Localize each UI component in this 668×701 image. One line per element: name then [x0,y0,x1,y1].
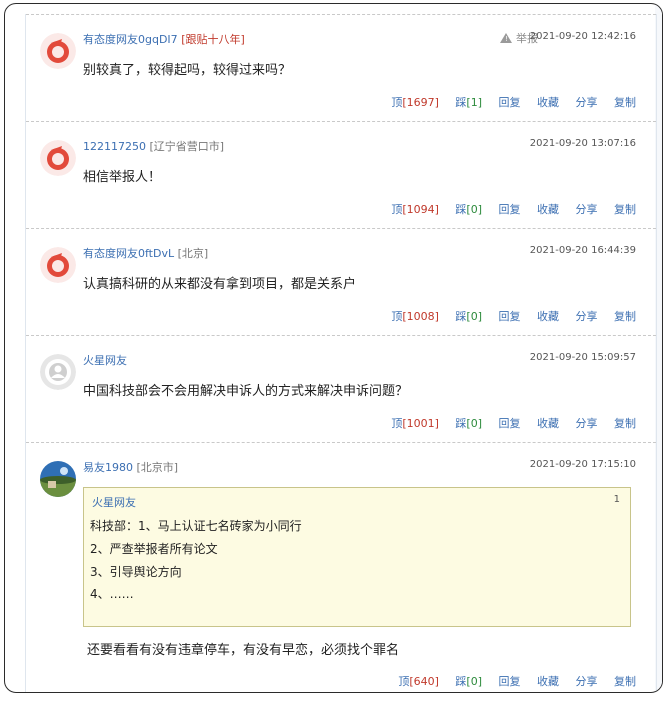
comment-item: 122117250 [辽宁省营口市] 2021-09-20 13:07:16 相… [26,121,656,228]
share-button[interactable]: 分享 [576,675,598,688]
comment-header: 122117250 [辽宁省营口市] [83,138,224,154]
comment-text: 别较真了，较得起吗，较得过来吗？ [83,63,292,78]
favorite-button[interactable]: 收藏 [537,310,559,323]
quote-line: 科技部：1、马上认证七名砖家为小同行 [90,519,302,533]
comment-actions: 顶[1001] 踩[0] 回复 收藏 分享 复制 [391,415,636,431]
upvote-button[interactable]: 顶[1094] [391,203,439,216]
share-button[interactable]: 分享 [576,203,598,216]
comment-list: 有态度网友0gqDI7 [跟贴十八年] ! 举报 2021-09-20 12:42… [25,14,657,692]
favorite-button[interactable]: 收藏 [537,675,559,688]
comment-time: 2021-09-20 16:44:39 [529,245,636,256]
user-avatar-icon[interactable] [40,247,76,283]
upvote-button[interactable]: 顶[1008] [391,310,439,323]
comment-time: 2021-09-20 13:07:16 [529,138,636,149]
quote-line: 3、引导舆论方向 [90,565,182,579]
quote-floor-number: 1 [613,494,620,505]
username-link[interactable]: 易友1980 [83,461,133,474]
upvote-button[interactable]: 顶[1001] [391,417,439,430]
comment-text: 还要看看有没有违章停车，有没有早恋，必须找个罪名 [87,643,400,658]
share-button[interactable]: 分享 [576,417,598,430]
upvote-button[interactable]: 顶[640] [398,675,439,688]
downvote-button[interactable]: 踩[0] [455,675,482,688]
username-link[interactable]: 有态度网友0ftDvL [83,247,174,260]
user-avatar-icon[interactable] [40,33,76,69]
comment-item: 火星网友 2021-09-20 15:09:57 中国科技部会不会用解决申诉人的… [26,335,656,442]
username-link[interactable]: 有态度网友0gqDI7 [83,33,178,46]
reply-button[interactable]: 回复 [499,417,521,430]
downvote-button[interactable]: 踩[0] [455,417,482,430]
comment-actions: 顶[1094] 踩[0] 回复 收藏 分享 复制 [391,201,636,217]
downvote-button[interactable]: 踩[0] [455,203,482,216]
copy-button[interactable]: 复制 [614,417,636,430]
user-avatar-icon[interactable] [40,354,76,390]
upvote-button[interactable]: 顶[1697] [391,96,439,109]
favorite-button[interactable]: 收藏 [537,417,559,430]
quoted-username[interactable]: 火星网友 [92,494,136,510]
quote-line: 4、…… [90,587,134,601]
quoted-comment: 火星网友 1 科技部：1、马上认证七名砖家为小同行 2、严查举报者所有论文 3、… [83,487,631,627]
user-avatar-icon[interactable] [40,461,76,497]
reply-button[interactable]: 回复 [499,310,521,323]
favorite-button[interactable]: 收藏 [537,96,559,109]
comment-header: 易友1980 [北京市] [83,459,178,475]
warning-icon: ! [500,33,512,43]
copy-button[interactable]: 复制 [614,96,636,109]
comment-text: 认真搞科研的从来都没有拿到项目，都是关系户 [83,277,357,292]
user-location: [北京] [177,247,209,260]
comment-header: 有态度网友0gqDI7 [跟贴十八年] [83,31,245,47]
user-location: [辽宁省营口市] [149,140,225,153]
comment-time: 2021-09-20 17:15:10 [529,459,636,470]
comment-item: 有态度网友0gqDI7 [跟贴十八年] ! 举报 2021-09-20 12:42… [26,14,656,121]
username-link[interactable]: 火星网友 [83,354,127,367]
user-tag: [跟贴十八年] [181,33,245,46]
downvote-button[interactable]: 踩[1] [455,96,482,109]
copy-button[interactable]: 复制 [614,675,636,688]
comment-header: 有态度网友0ftDvL [北京] [83,245,208,261]
comment-item: 易友1980 [北京市] 2021-09-20 17:15:10 火星网友 1 … [26,442,656,692]
reply-button[interactable]: 回复 [499,96,521,109]
comment-actions: 顶[1008] 踩[0] 回复 收藏 分享 复制 [391,308,636,324]
copy-button[interactable]: 复制 [614,203,636,216]
downvote-button[interactable]: 踩[0] [455,310,482,323]
comment-actions: 顶[640] 踩[0] 回复 收藏 分享 复制 [398,673,636,689]
reply-button[interactable]: 回复 [499,203,521,216]
comment-time: 2021-09-20 15:09:57 [529,352,636,363]
comment-header: 火星网友 [83,352,127,368]
comment-item: 有态度网友0ftDvL [北京] 2021-09-20 16:44:39 认真搞… [26,228,656,335]
username-link[interactable]: 122117250 [83,140,146,153]
quote-line: 2、严查举报者所有论文 [90,542,218,556]
comment-panel: 有态度网友0gqDI7 [跟贴十八年] ! 举报 2021-09-20 12:42… [4,3,663,693]
copy-button[interactable]: 复制 [614,310,636,323]
user-avatar-icon[interactable] [40,140,76,176]
user-location: [北京市] [136,461,179,474]
reply-button[interactable]: 回复 [499,675,521,688]
comment-text: 中国科技部会不会用解决申诉人的方式来解决申诉问题？ [83,384,409,399]
comment-time: 2021-09-20 12:42:16 [529,31,636,42]
comment-text: 相信举报人！ [83,170,162,185]
favorite-button[interactable]: 收藏 [537,203,559,216]
share-button[interactable]: 分享 [576,96,598,109]
comment-actions: 顶[1697] 踩[1] 回复 收藏 分享 复制 [391,94,636,110]
share-button[interactable]: 分享 [576,310,598,323]
